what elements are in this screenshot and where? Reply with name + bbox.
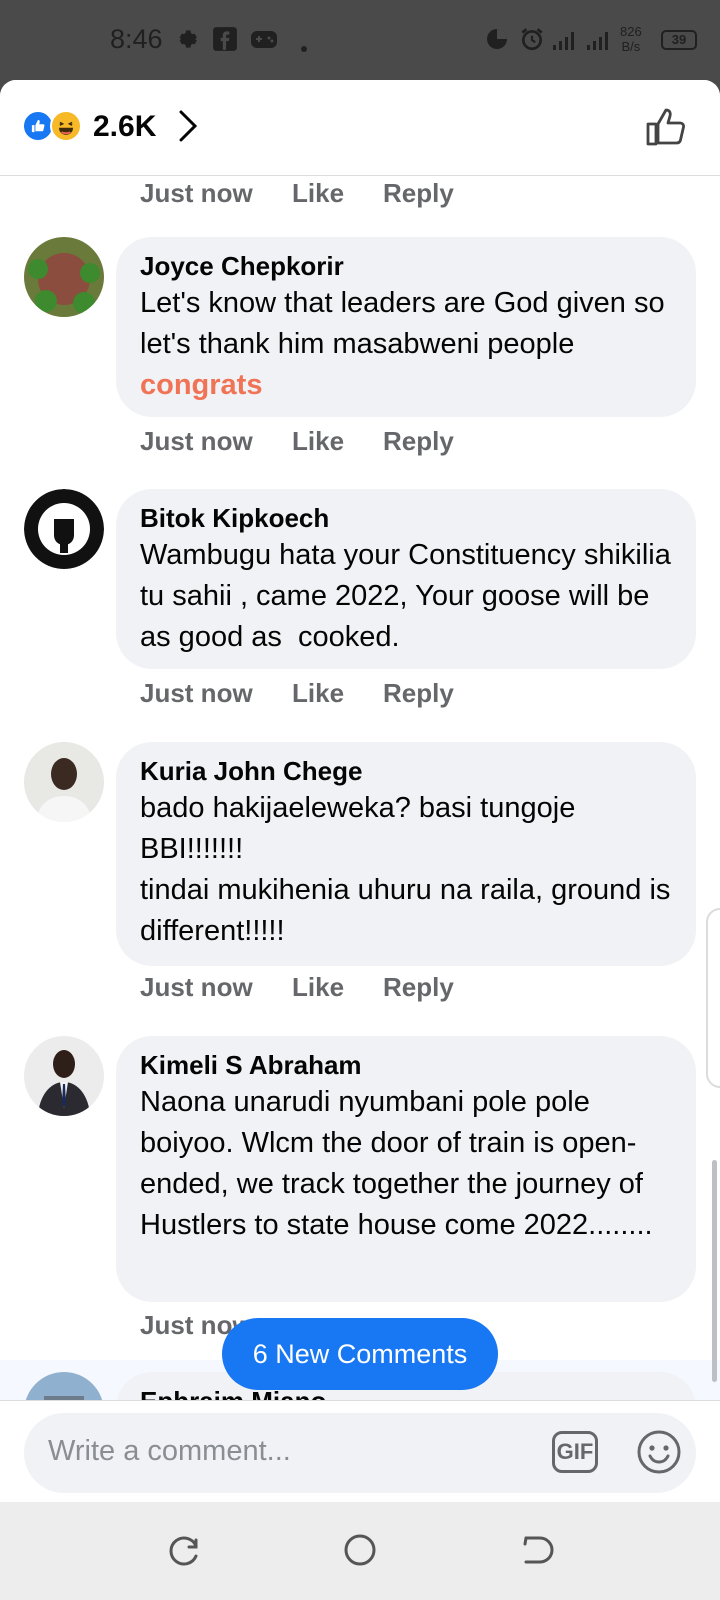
gamepad-icon bbox=[251, 31, 277, 48]
home-button[interactable] bbox=[342, 1532, 378, 1568]
comment-bubble[interactable]: Kimeli S Abraham Naona unarudi nyumbani … bbox=[116, 1036, 696, 1302]
data-saver-icon bbox=[487, 29, 507, 49]
recents-button[interactable] bbox=[166, 1532, 202, 1568]
comment-input-placeholder: Write a comment... bbox=[48, 1435, 291, 1467]
battery-level: 39 bbox=[671, 32, 687, 47]
status-bar: 8:46 826 B/s 39 bbox=[0, 0, 720, 80]
network-speed: 826 B/s bbox=[620, 24, 642, 54]
like-button[interactable]: Like bbox=[292, 972, 344, 1003]
comment-time: Just now bbox=[140, 972, 253, 1002]
signal-icon bbox=[553, 32, 574, 50]
dot-icon bbox=[301, 46, 307, 52]
comment-bubble[interactable]: Kuria John Chege bado hakijaeleweka? bas… bbox=[116, 742, 696, 966]
new-comments-button[interactable]: 6 New Comments bbox=[222, 1318, 498, 1390]
avatar[interactable] bbox=[24, 1036, 104, 1116]
avatar[interactable] bbox=[24, 742, 104, 822]
chevron-right-icon[interactable] bbox=[176, 108, 200, 144]
scrollbar[interactable] bbox=[712, 1160, 717, 1382]
comment-author[interactable]: Kuria John Chege bbox=[140, 754, 672, 788]
reactions-header[interactable]: 2.6K bbox=[0, 80, 720, 176]
side-panel-handle[interactable] bbox=[706, 908, 720, 1088]
comment-input[interactable]: Write a comment... GIF bbox=[24, 1413, 696, 1493]
comment-text: bado hakijaeleweka? basi tungoje BBI!!!!… bbox=[140, 792, 671, 947]
avatar[interactable] bbox=[24, 489, 104, 569]
reply-button[interactable]: Reply bbox=[383, 678, 454, 709]
like-button[interactable]: Like bbox=[292, 178, 344, 209]
reply-button[interactable]: Reply bbox=[383, 426, 454, 457]
gif-button[interactable]: GIF bbox=[552, 1431, 598, 1473]
haha-reaction-icon bbox=[50, 110, 82, 142]
emoji-icon[interactable] bbox=[636, 1429, 682, 1475]
comment-time: Just now bbox=[140, 426, 253, 456]
network-speed-unit: B/s bbox=[621, 39, 641, 54]
facebook-icon bbox=[213, 27, 237, 51]
alarm-icon bbox=[521, 28, 543, 51]
comments-sheet: 2.6K Just now Like Reply Joyce Chepkorir… bbox=[0, 80, 720, 1502]
like-button[interactable]: Like bbox=[292, 426, 344, 457]
comment-bubble[interactable]: Joyce Chepkorir Let's know that leaders … bbox=[116, 237, 696, 417]
network-speed-value: 826 bbox=[620, 24, 642, 39]
system-nav-bar bbox=[0, 1502, 720, 1600]
comment-author[interactable]: Bitok Kipkoech bbox=[140, 501, 672, 535]
comment-composer: Write a comment... GIF bbox=[0, 1400, 720, 1502]
comment-text: Wambugu hata your Constituency shikilia … bbox=[140, 539, 679, 653]
comment-bubble[interactable]: Bitok Kipkoech Wambugu hata your Constit… bbox=[116, 489, 696, 669]
avatar[interactable] bbox=[24, 237, 104, 317]
comment-text: Naona unarudi nyumbani pole pole boiyoo.… bbox=[140, 1086, 653, 1241]
reply-button[interactable]: Reply bbox=[383, 972, 454, 1003]
settings-icon bbox=[179, 30, 197, 48]
comment-author[interactable]: Joyce Chepkorir bbox=[140, 249, 672, 283]
comment-time: Just now bbox=[140, 178, 253, 208]
comment-highlight-word: congrats bbox=[140, 369, 263, 401]
status-time: 8:46 bbox=[110, 24, 163, 54]
battery-icon: 39 bbox=[661, 30, 697, 50]
comment-text: Let's know that leaders are God given so… bbox=[140, 287, 673, 360]
reaction-count: 2.6K bbox=[93, 110, 157, 143]
signal-4g-icon bbox=[587, 32, 608, 50]
reply-button[interactable]: Reply bbox=[383, 178, 454, 209]
like-post-button[interactable] bbox=[644, 104, 688, 148]
comment-author[interactable]: Kimeli S Abraham bbox=[140, 1048, 672, 1082]
like-button[interactable]: Like bbox=[292, 678, 344, 709]
back-button[interactable] bbox=[518, 1532, 554, 1568]
comment-time: Just now bbox=[140, 678, 253, 708]
